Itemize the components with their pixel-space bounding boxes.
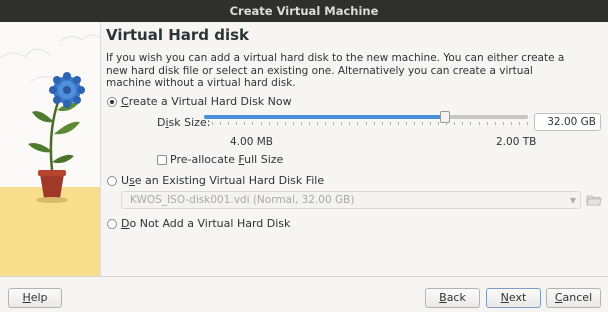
slider-tick xyxy=(269,122,270,125)
window-titlebar: Create Virtual Machine xyxy=(0,0,608,22)
page-description: If you wish you can add a virtual hard d… xyxy=(106,52,565,90)
cancel-button[interactable]: Cancel xyxy=(546,288,601,308)
folder-open-icon xyxy=(586,195,602,206)
slider-tick xyxy=(462,122,463,125)
slider-tick xyxy=(487,122,488,125)
slider-tick xyxy=(341,122,342,125)
slider-tick xyxy=(236,122,237,125)
slider-max-label: 2.00 TB xyxy=(496,136,537,148)
existing-disk-combo[interactable]: KWOS_ISO-disk001.vdi (Normal, 32.00 GB) … xyxy=(121,191,581,209)
slider-tick xyxy=(301,122,302,125)
slider-tick xyxy=(244,122,245,125)
choose-disk-file-button[interactable] xyxy=(586,191,602,209)
slider-tick xyxy=(333,122,334,125)
slider-tick xyxy=(454,122,455,125)
slider-tick xyxy=(470,122,471,125)
slider-tick xyxy=(309,122,310,125)
slider-tick xyxy=(357,122,358,125)
plant-illustration xyxy=(0,22,100,276)
slider-tick xyxy=(495,122,496,125)
slider-tick xyxy=(261,122,262,125)
slider-tick xyxy=(228,122,229,125)
slider-tick xyxy=(446,122,447,125)
window-title: Create Virtual Machine xyxy=(229,4,379,18)
no-disk-radio[interactable] xyxy=(107,219,117,229)
slider-tick xyxy=(422,122,423,125)
slider-tick xyxy=(398,122,399,125)
slider-tick xyxy=(317,122,318,125)
slider-tick xyxy=(212,122,213,125)
blue-flower-icon xyxy=(49,72,85,108)
existing-disk-value: KWOS_ISO-disk001.vdi (Normal, 32.00 GB) xyxy=(130,194,355,206)
slider-min-label: 4.00 MB xyxy=(230,136,273,148)
slider-tick xyxy=(382,122,383,125)
slider-tick xyxy=(252,122,253,125)
wizard-page: Virtual Hard disk If you wish you can ad… xyxy=(106,22,602,276)
slider-tick xyxy=(374,122,375,125)
slider-tick xyxy=(479,122,480,125)
slider-tick xyxy=(293,122,294,125)
slider-tick xyxy=(390,122,391,125)
slider-tick xyxy=(519,122,520,125)
slider-tick xyxy=(438,122,439,125)
slider-tick xyxy=(220,122,221,125)
help-button[interactable]: Help xyxy=(8,288,62,308)
disk-size-slider[interactable] xyxy=(204,111,528,129)
slider-tick xyxy=(277,122,278,125)
slider-tick xyxy=(204,122,205,125)
page-title: Virtual Hard disk xyxy=(106,26,250,44)
preallocate-checkbox[interactable] xyxy=(157,155,167,165)
disk-size-label: Disk Size: xyxy=(157,116,211,129)
create-disk-label[interactable]: Create a Virtual Hard Disk Now xyxy=(121,95,292,108)
slider-tick xyxy=(406,122,407,125)
slider-tick xyxy=(285,122,286,125)
slider-tick xyxy=(349,122,350,125)
slider-tick xyxy=(325,122,326,125)
slider-tick xyxy=(366,122,367,125)
back-button[interactable]: Back xyxy=(425,288,480,308)
slider-tick xyxy=(503,122,504,125)
slider-ticks xyxy=(204,122,528,126)
slider-tick xyxy=(511,122,512,125)
slider-tick xyxy=(527,122,528,125)
preallocate-label[interactable]: Pre-allocate Full Size xyxy=(170,153,283,166)
next-button[interactable]: Next xyxy=(486,288,541,308)
disk-size-input[interactable]: 32.00 GB xyxy=(534,113,601,131)
create-disk-radio[interactable] xyxy=(107,97,117,107)
button-bar: Help Back Next Cancel xyxy=(0,276,608,312)
slider-fill xyxy=(204,115,445,119)
chevron-down-icon: ▼ xyxy=(569,196,576,205)
slider-tick xyxy=(414,122,415,125)
slider-tick xyxy=(430,122,431,125)
wizard-illustration xyxy=(0,22,101,276)
use-existing-label[interactable]: Use an Existing Virtual Hard Disk File xyxy=(121,174,324,187)
use-existing-radio[interactable] xyxy=(107,176,117,186)
no-disk-label[interactable]: Do Not Add a Virtual Hard Disk xyxy=(121,217,290,230)
